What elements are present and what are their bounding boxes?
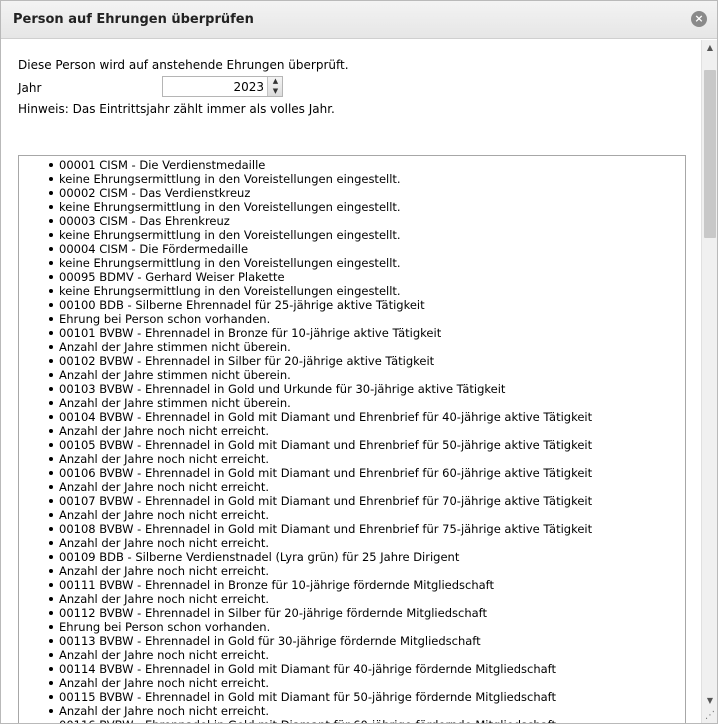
list-item: 00108 BVBW - Ehrennadel in Gold mit Diam… xyxy=(19,522,679,536)
list-item: Anzahl der Jahre noch nicht erreicht. xyxy=(19,536,679,550)
list-item: 00109 BDB - Silberne Verdienstnadel (Lyr… xyxy=(19,550,679,564)
list-item: Anzahl der Jahre stimmen nicht überein. xyxy=(19,396,679,410)
list-item: Anzahl der Jahre noch nicht erreicht. xyxy=(19,424,679,438)
list-item: 00113 BVBW - Ehrennadel in Gold für 30-j… xyxy=(19,634,679,648)
year-stepper: ▲ ▼ xyxy=(162,76,283,97)
list-item: keine Ehrungsermittlung in den Voreistel… xyxy=(19,200,679,214)
list-item: 00115 BVBW - Ehrennadel in Gold mit Diam… xyxy=(19,690,679,704)
year-spinner: ▲ ▼ xyxy=(267,77,282,96)
list-item: 00104 BVBW - Ehrennadel in Gold mit Diam… xyxy=(19,410,679,424)
list-item: 00107 BVBW - Ehrennadel in Gold mit Diam… xyxy=(19,494,679,508)
list-item: 00116 BVBW - Ehrennadel in Gold mit Diam… xyxy=(19,718,679,723)
hint-text: Hinweis: Das Eintrittsjahr zählt immer a… xyxy=(18,102,335,116)
list-item: keine Ehrungsermittlung in den Voreistel… xyxy=(19,256,679,270)
intro-text: Diese Person wird auf anstehende Ehrunge… xyxy=(18,58,349,72)
scroll-up-icon[interactable]: ▲ xyxy=(702,40,717,56)
list-item: 00105 BVBW - Ehrennadel in Gold mit Diam… xyxy=(19,438,679,452)
year-input[interactable] xyxy=(163,77,266,96)
list-item: Ehrung bei Person schon vorhanden. xyxy=(19,312,679,326)
list-item: Anzahl der Jahre noch nicht erreicht. xyxy=(19,676,679,690)
list-item: 00095 BDMV - Gerhard Weiser Plakette xyxy=(19,270,679,284)
list-item: Anzahl der Jahre noch nicht erreicht. xyxy=(19,480,679,494)
list-item: Anzahl der Jahre noch nicht erreicht. xyxy=(19,704,679,718)
spin-down-icon[interactable]: ▼ xyxy=(268,87,283,96)
results-panel[interactable]: 00001 CISM - Die Verdienstmedaille keine … xyxy=(18,155,686,723)
close-icon[interactable]: × xyxy=(691,11,707,27)
list-item: Anzahl der Jahre stimmen nicht überein. xyxy=(19,368,679,382)
list-item: 00004 CISM - Die Fördermedaille xyxy=(19,242,679,256)
scroll-thumb[interactable] xyxy=(704,70,716,239)
list-item: Anzahl der Jahre stimmen nicht überein. xyxy=(19,340,679,354)
list-item: 00002 CISM - Das Verdienstkreuz xyxy=(19,186,679,200)
list-item: 00103 BVBW - Ehrennadel in Gold und Urku… xyxy=(19,382,679,396)
list-item: 00100 BDB - Silberne Ehrennadel für 25-j… xyxy=(19,298,679,312)
resize-grip-icon[interactable]: ⋰ xyxy=(703,709,717,723)
year-label: Jahr xyxy=(18,81,42,95)
list-item: 00003 CISM - Das Ehrenkreuz xyxy=(19,214,679,228)
list-item: keine Ehrungsermittlung in den Voreistel… xyxy=(19,172,679,186)
results-list: 00001 CISM - Die Verdienstmedaille keine … xyxy=(19,158,679,723)
list-item: 00101 BVBW - Ehrennadel in Bronze für 10… xyxy=(19,326,679,340)
vertical-scrollbar[interactable]: ▲ ▼ xyxy=(701,40,717,723)
dialog-content: Diese Person wird auf anstehende Ehrunge… xyxy=(1,40,701,723)
list-item: Anzahl der Jahre noch nicht erreicht. xyxy=(19,452,679,466)
list-item: 00111 BVBW - Ehrennadel in Bronze für 10… xyxy=(19,578,679,592)
list-item: keine Ehrungsermittlung in den Voreistel… xyxy=(19,284,679,298)
list-item: Anzahl der Jahre noch nicht erreicht. xyxy=(19,564,679,578)
list-item: 00106 BVBW - Ehrennadel in Gold mit Diam… xyxy=(19,466,679,480)
list-item: keine Ehrungsermittlung in den Voreistel… xyxy=(19,228,679,242)
spin-up-icon[interactable]: ▲ xyxy=(268,77,283,86)
list-item: Anzahl der Jahre noch nicht erreicht. xyxy=(19,648,679,662)
list-item: 00102 BVBW - Ehrennadel in Silber für 20… xyxy=(19,354,679,368)
list-item: Ehrung bei Person schon vorhanden. xyxy=(19,620,679,634)
list-item: 00001 CISM - Die Verdienstmedaille xyxy=(19,158,679,172)
list-item: 00112 BVBW - Ehrennadel in Silber für 20… xyxy=(19,606,679,620)
list-item: Anzahl der Jahre noch nicht erreicht. xyxy=(19,508,679,522)
scroll-down-icon[interactable]: ▼ xyxy=(702,693,717,709)
list-item: 00114 BVBW - Ehrennadel in Gold mit Diam… xyxy=(19,662,679,676)
list-item: Anzahl der Jahre noch nicht erreicht. xyxy=(19,592,679,606)
dialog-window: Person auf Ehrungen überprüfen × Diese P… xyxy=(0,0,718,724)
dialog-titlebar[interactable]: Person auf Ehrungen überprüfen × xyxy=(1,1,717,39)
dialog-title: Person auf Ehrungen überprüfen xyxy=(13,12,254,27)
